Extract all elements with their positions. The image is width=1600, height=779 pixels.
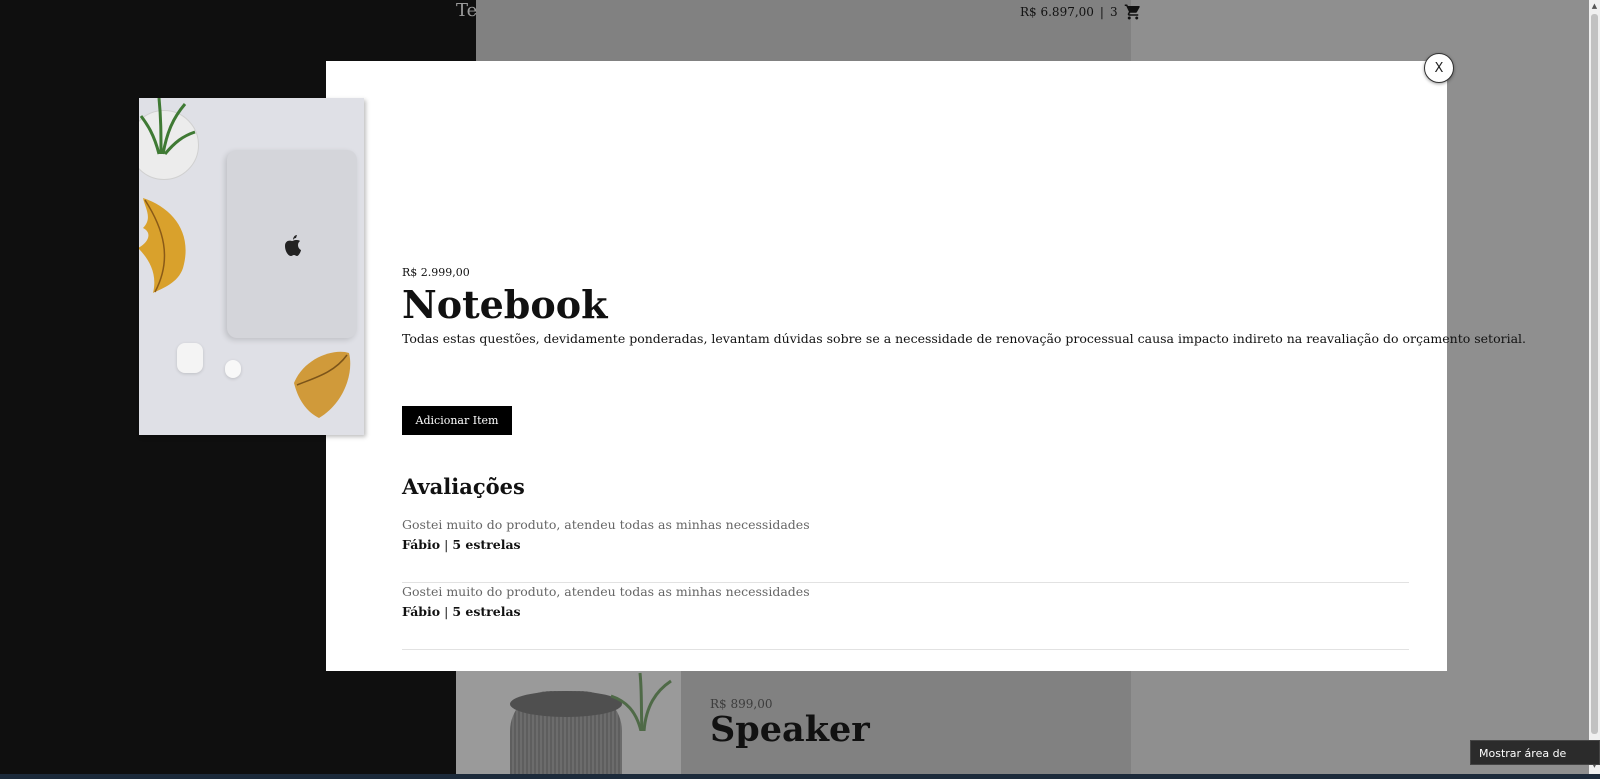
review-text: Gostei muito do produto, atendeu todas a… [402,517,810,532]
review-rating: 5 estrelas [452,537,521,552]
product-price: R$ 2.999,00 [402,266,470,279]
review-item: Gostei muito do produto, atendeu todas a… [402,517,1409,583]
background-product-name: Speaker [710,709,870,750]
add-item-button[interactable]: Adicionar Item [402,406,512,435]
close-modal-button[interactable]: X [1424,53,1454,83]
review-separator: | [444,604,449,619]
plant-icon [610,672,672,731]
cart-total: R$ 6.897,00 [1020,5,1094,19]
speaker-image [456,671,681,779]
cart-summary[interactable]: R$ 6.897,00 | 3 [1020,3,1142,21]
apple-logo-icon [285,235,301,256]
product-image [139,98,364,435]
cart-count: 3 [1109,5,1118,19]
taskbar [0,774,1600,779]
product-description: Todas estas questões, devidamente ponder… [402,331,1526,346]
review-separator: | [444,537,449,552]
product-title: Notebook [402,282,608,327]
show-desktop-tooltip: Mostrar área de trabalho [1470,740,1600,779]
review-item: Gostei muito do produto, atendeu todas a… [402,584,1409,650]
page-scrollbar[interactable]: ▲ ▼ [1589,0,1600,779]
review-author: Fábio [402,604,441,619]
earpods-case [177,343,203,373]
review-text: Gostei muito do produto, atendeu todas a… [402,584,810,599]
background-product-card: R$ 899,00 Speaker [456,671,1131,779]
review-meta: Fábio | 5 estrelas [402,537,521,552]
earpod [225,360,241,378]
leaf-icon [294,351,351,418]
cart-icon[interactable] [1124,3,1142,21]
scroll-up-arrow-icon[interactable]: ▲ [1591,2,1598,10]
site-logo: Te [456,0,478,21]
reviews-heading: Avaliações [402,474,525,499]
plant-icon [139,98,196,155]
cart-separator: | [1099,5,1104,19]
scroll-thumb[interactable] [1591,14,1598,734]
leaf-icon [139,198,186,293]
review-meta: Fábio | 5 estrelas [402,604,521,619]
review-author: Fábio [402,537,441,552]
review-rating: 5 estrelas [452,604,521,619]
